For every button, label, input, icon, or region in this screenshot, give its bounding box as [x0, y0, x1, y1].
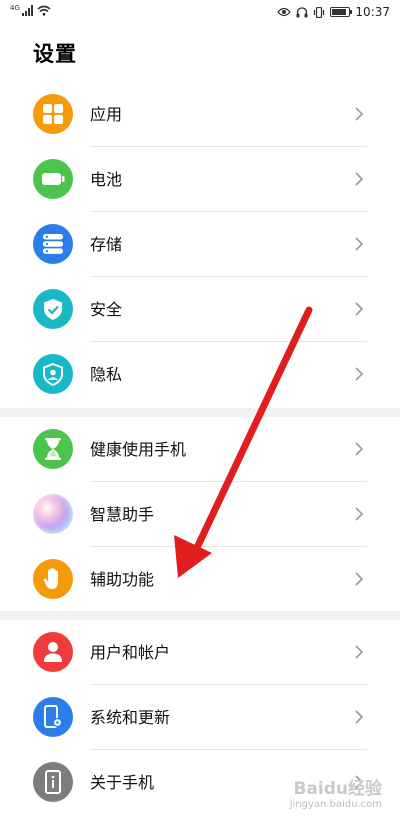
chevron-right-icon: [351, 106, 367, 122]
signal-icon: [21, 5, 33, 16]
settings-item[interactable]: 电池: [0, 147, 400, 212]
chevron-right-icon: [351, 441, 367, 457]
status-bar: 4G 10:37: [0, 0, 400, 26]
phone-info-icon: [33, 762, 73, 802]
chevron-right-icon: [351, 709, 367, 725]
watermark: Baidu经验 jingyan.baidu.com: [290, 774, 382, 810]
settings-section-1: 应用电池存储安全隐私: [0, 82, 400, 407]
settings-item[interactable]: 存储: [0, 212, 400, 277]
status-left: 4G: [10, 5, 51, 16]
watermark-main: Baidu经验: [293, 779, 382, 799]
settings-item-label: 隐私: [90, 365, 123, 384]
assistant-orb-icon: [33, 494, 73, 534]
settings-item-label: 电池: [90, 170, 123, 189]
page-title: 设置: [33, 42, 77, 66]
eye-icon: [277, 7, 292, 17]
section-gap: [0, 611, 400, 620]
settings-item[interactable]: 智慧助手: [0, 482, 400, 547]
chevron-right-icon: [351, 301, 367, 317]
settings-item-label: 安全: [90, 300, 123, 319]
section-gap: [0, 408, 400, 417]
chevron-right-icon: [351, 171, 367, 187]
privacy-shield-icon: [33, 354, 73, 394]
phone-settings-icon: [33, 697, 73, 737]
shield-check-icon: [33, 289, 73, 329]
hourglass-icon: [33, 429, 73, 469]
settings-item[interactable]: 辅助功能: [0, 547, 400, 612]
hand-icon: [33, 559, 73, 599]
chevron-right-icon: [351, 366, 367, 382]
settings-item[interactable]: 隐私: [0, 342, 400, 407]
chevron-right-icon: [351, 236, 367, 252]
settings-item[interactable]: 安全: [0, 277, 400, 342]
settings-item-label: 关于手机: [90, 773, 155, 792]
settings-section-2: 健康使用手机 智慧助手辅助功能: [0, 417, 400, 612]
wifi-icon: [37, 5, 51, 16]
settings-item-label: 系统和更新: [90, 708, 171, 727]
status-time: 10:37: [355, 5, 390, 19]
vibrate-icon: [314, 6, 325, 18]
user-icon: [33, 632, 73, 672]
chevron-right-icon: [351, 571, 367, 587]
network-badge: 4G: [10, 4, 20, 12]
battery-icon: [330, 7, 353, 17]
settings-item-label: 应用: [90, 105, 123, 124]
settings-item[interactable]: 健康使用手机: [0, 417, 400, 482]
status-right: 10:37: [277, 5, 390, 19]
settings-item-label: 智慧助手: [90, 505, 155, 524]
settings-item-label: 辅助功能: [90, 570, 155, 589]
settings-item[interactable]: 应用: [0, 82, 400, 147]
battery-icon: [33, 159, 73, 199]
chevron-right-icon: [351, 644, 367, 660]
settings-item[interactable]: 用户和帐户: [0, 620, 400, 685]
settings-item-label: 健康使用手机: [90, 440, 187, 459]
settings-item-label: 用户和帐户: [90, 643, 171, 662]
settings-item[interactable]: 系统和更新: [0, 685, 400, 750]
chevron-right-icon: [351, 506, 367, 522]
watermark-sub: jingyan.baidu.com: [289, 799, 382, 810]
apps-icon: [33, 94, 73, 134]
settings-item-label: 存储: [90, 235, 123, 254]
headphones-icon: [296, 6, 308, 17]
storage-icon: [33, 224, 73, 264]
